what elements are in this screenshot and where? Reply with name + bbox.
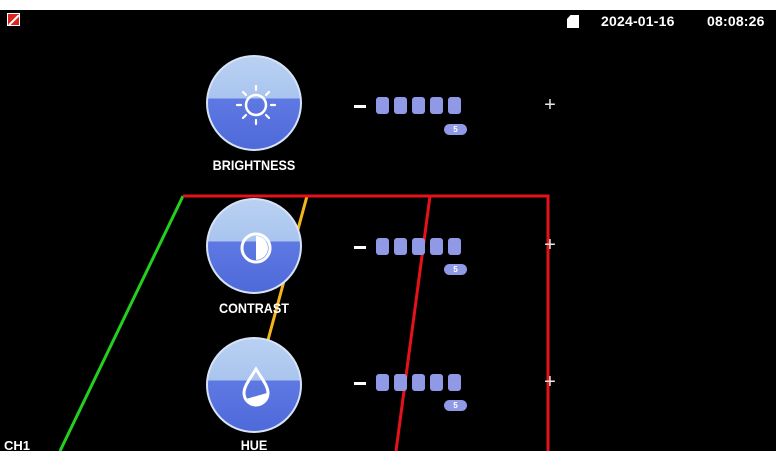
brightness-level-segment bbox=[430, 97, 443, 114]
contrast-icon bbox=[240, 232, 272, 264]
contrast-increase-button[interactable]: + bbox=[543, 235, 557, 255]
brightness-level-segment bbox=[412, 97, 425, 114]
hue-label: HUE bbox=[240, 437, 268, 451]
droplet-icon bbox=[242, 366, 270, 407]
status-time: 08:08:26 bbox=[707, 13, 765, 29]
hue-level-segment bbox=[376, 374, 389, 391]
contrast-knob[interactable] bbox=[206, 198, 302, 294]
hue-decrease-button[interactable] bbox=[354, 382, 366, 385]
brightness-knob[interactable] bbox=[206, 55, 302, 151]
hue-level-segment bbox=[412, 374, 425, 391]
recording-disabled-icon bbox=[7, 13, 20, 26]
contrast-level-segment bbox=[394, 238, 407, 255]
contrast-label: CONTRAST bbox=[218, 300, 290, 316]
hue-knob[interactable] bbox=[206, 337, 302, 433]
hue-level-segment bbox=[394, 374, 407, 391]
brightness-level-segment bbox=[394, 97, 407, 114]
brightness-increase-button[interactable]: + bbox=[543, 95, 557, 115]
hue-level-segment bbox=[448, 374, 461, 391]
camera-screen: 2024-01-16 08:08:26 BRIGHTNESS 5 + CONTR… bbox=[0, 10, 776, 451]
contrast-level-segment bbox=[448, 238, 461, 255]
contrast-level-segment bbox=[376, 238, 389, 255]
brightness-decrease-button[interactable] bbox=[354, 105, 366, 108]
brightness-level-segment bbox=[448, 97, 461, 114]
guide-line-red-inner bbox=[394, 195, 432, 451]
guide-line-green bbox=[58, 195, 185, 451]
brightness-label: BRIGHTNESS bbox=[212, 157, 296, 173]
hue-increase-button[interactable]: + bbox=[543, 372, 557, 392]
contrast-level-segment bbox=[430, 238, 443, 255]
brightness-value-badge: 5 bbox=[444, 124, 467, 135]
channel-label: CH1 bbox=[4, 438, 31, 451]
hue-level-segment bbox=[430, 374, 443, 391]
contrast-decrease-button[interactable] bbox=[354, 246, 366, 249]
contrast-level-segment bbox=[412, 238, 425, 255]
sun-icon bbox=[235, 84, 277, 126]
contrast-value-badge: 5 bbox=[444, 264, 467, 275]
brightness-level-segment bbox=[376, 97, 389, 114]
status-date: 2024-01-16 bbox=[601, 13, 675, 29]
hue-value-badge: 5 bbox=[444, 400, 467, 411]
